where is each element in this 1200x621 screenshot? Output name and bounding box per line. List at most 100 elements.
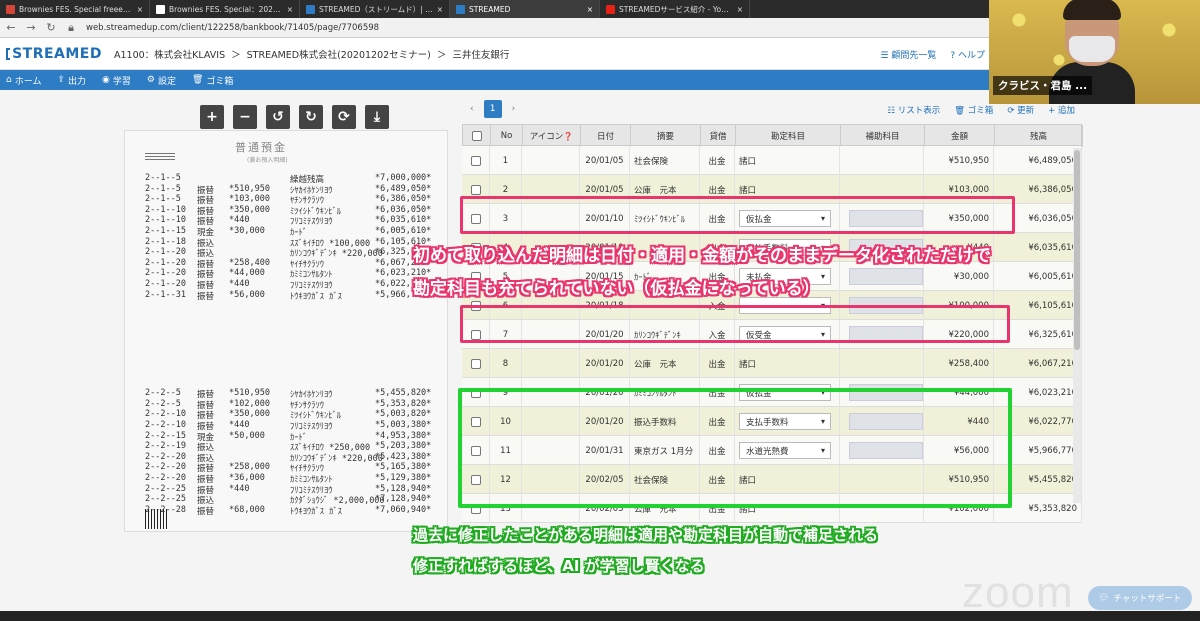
zoom-in-button[interactable]: + xyxy=(200,105,224,129)
browser-tab[interactable]: Brownies FES. Special freee ＋ ... × xyxy=(0,0,150,18)
cell-no: 2 xyxy=(502,184,509,195)
row-checkbox[interactable] xyxy=(470,155,481,166)
caption-green-line1: 過去に修正したことがある明細は適用や勘定科目が自動で補足される xyxy=(413,526,879,544)
table-cell xyxy=(840,262,924,291)
table-cell: 20/01/20 xyxy=(580,349,630,378)
refresh-table-button[interactable]: ⟳ 更新 xyxy=(1007,104,1034,116)
passbook-balance: *4,953,380* xyxy=(375,430,432,441)
prev-page-button[interactable]: ‹ xyxy=(470,104,474,114)
sub-account-select[interactable] xyxy=(849,268,923,285)
table-actions: ☷ リスト表示 🗑︎ ゴミ箱 ⟳ 更新 + 追加 xyxy=(887,104,1075,116)
breadcrumb-item[interactable]: A1100：株式会社KLAVIS xyxy=(114,50,225,61)
close-tab-icon[interactable]: × xyxy=(587,5,593,14)
forward-arrow-icon[interactable]: → xyxy=(26,21,36,34)
close-tab-icon[interactable]: × xyxy=(137,5,143,14)
passbook-row: 2--2--10 振替 *440 ﾌﾘｺﾐﾃｽｳﾘﾖｳ *5,003,380* xyxy=(125,420,447,432)
nav-output[interactable]: ⇪ 出力 xyxy=(57,74,86,87)
passbook-balance: *6,386,050* xyxy=(375,194,432,205)
passbook-amount: *440 xyxy=(229,215,250,226)
row-checkbox[interactable] xyxy=(470,184,481,195)
cell-balance: ¥5,966,770 xyxy=(1028,445,1077,456)
nav-trash[interactable]: 🗑︎ ゴミ箱 xyxy=(192,74,233,87)
browser-tab[interactable]: STREAMEDサービス紹介 - YouTube × xyxy=(600,0,750,18)
passbook-amount: *440 xyxy=(229,483,250,494)
passbook-row: 2--2--20 振替 *36,000 ｶﾐﾐｺﾝｻﾙﾀﾝﾄ *5,129,380* xyxy=(125,473,447,485)
chat-support-button[interactable]: 💬︎ チャットサポート xyxy=(1088,586,1192,610)
passbook-balance: *5,165,380* xyxy=(375,462,432,473)
passbook-row: 2--1--10 振替 *440 ﾌﾘｺﾐﾃｽｳﾘﾖｳ *6,035,610* xyxy=(125,215,447,227)
table-cell xyxy=(522,146,580,175)
rotate-left-button[interactable]: ↺ xyxy=(266,105,290,129)
streamed-logo[interactable]: STREAMED xyxy=(6,46,102,62)
help-link[interactable]: ? ヘルプ xyxy=(950,48,985,61)
help-circle-icon[interactable]: ❓ xyxy=(563,132,573,141)
nav-home[interactable]: ⌂ ホーム xyxy=(6,74,41,87)
cell-balance: ¥6,023,210 xyxy=(1028,387,1077,398)
cell-balance: ¥6,035,610 xyxy=(1028,242,1077,253)
passbook-date: 2--1--18 xyxy=(145,236,186,247)
passbook-balance: *6,035,610* xyxy=(375,215,432,226)
download-button[interactable]: ⤓ xyxy=(365,105,389,129)
browser-tab[interactable]: Brownies FES. Special：2020-12 × xyxy=(150,0,300,18)
table-cell: 1 xyxy=(490,146,522,175)
passbook-balance: *5,423,380* xyxy=(375,451,432,462)
passbook-amount: *102,000 xyxy=(229,398,270,409)
cell-date: 20/01/20 xyxy=(585,358,624,369)
passbook-row: 2--1--31 振替 *56,000 ﾄｳｷﾖｳｶﾞｽ ｶﾞｽ *5,966,770* xyxy=(125,290,447,302)
breadcrumb-item[interactable]: 三井住友銀行 xyxy=(452,50,509,61)
passbook-date: 2--2--5 xyxy=(145,388,181,399)
scrollbar-thumb[interactable] xyxy=(1074,150,1080,350)
table-scrollbar[interactable] xyxy=(1073,148,1081,503)
pager: ‹ 1 › xyxy=(470,100,515,118)
table-row[interactable]: 1 20/01/05 社会保険 出金 諸口 ¥510,950 ¥6,489,050 xyxy=(462,146,1082,175)
close-tab-icon[interactable]: × xyxy=(437,5,443,14)
passbook-date: 2--2--20 xyxy=(145,473,186,483)
passbook-row: 2--2--20 振替 *258,000 ﾔｲﾁｻｸﾗｿｳ *5,165,380* xyxy=(125,462,447,474)
passbook-balance: *5,003,380* xyxy=(375,420,432,430)
back-arrow-icon[interactable]: ← xyxy=(6,21,16,34)
browser-tab-label: STREAMED xyxy=(469,4,511,14)
table-row[interactable]: 8 20/01/20 公庫 元本 出金 諸口 ¥258,400 ¥6,067,210 xyxy=(462,349,1082,378)
breadcrumb-item[interactable]: STREAMED株式会社(20201202セミナー) xyxy=(247,50,431,61)
passbook-date: 2--1--15 xyxy=(145,226,186,236)
passbook-kind: 振替 xyxy=(197,291,215,302)
zoom-out-button[interactable]: − xyxy=(233,105,257,129)
url-text[interactable]: web.streamedup.com/client/122258/bankboo… xyxy=(86,23,379,33)
table-cell xyxy=(462,349,490,378)
select-all-checkbox[interactable] xyxy=(471,131,482,141)
passbook-balance: *5,455,820* xyxy=(375,388,432,399)
cell-balance: ¥6,325,610 xyxy=(1028,329,1077,340)
refresh-label: 更新 xyxy=(1017,106,1035,116)
next-page-button[interactable]: › xyxy=(512,104,516,114)
reload-icon[interactable]: ↻ xyxy=(46,21,56,34)
add-row-button[interactable]: + 追加 xyxy=(1048,104,1075,116)
passbook-date: 2--2--20 xyxy=(145,451,186,462)
nav-learning[interactable]: ◉ 学習 xyxy=(102,74,131,87)
page-number-button[interactable]: 1 xyxy=(483,100,502,118)
close-tab-icon[interactable]: × xyxy=(737,5,743,14)
list-view-button[interactable]: ☷ リスト表示 xyxy=(887,104,940,116)
row-checkbox[interactable] xyxy=(470,358,481,369)
client-list-link[interactable]: ☰ 顧問先一覧 xyxy=(880,48,936,61)
browser-tab[interactable]: STREAMED × xyxy=(450,0,600,18)
passbook-lines xyxy=(145,153,175,162)
nav-settings[interactable]: ⚙ 設定 xyxy=(147,74,176,87)
passbook-date: 2--2--20 xyxy=(145,462,186,473)
browser-tab[interactable]: STREAMED（ストリームド）| スキャ... × xyxy=(300,0,450,18)
close-tab-icon[interactable]: × xyxy=(287,5,293,14)
trash-button[interactable]: 🗑︎ ゴミ箱 xyxy=(954,104,993,116)
passbook-row: 2--1--5 振替 *103,000 ﾔﾁﾝｻｸﾗｿｳ *6,386,050* xyxy=(125,194,447,206)
passbook-title: 普通預金 xyxy=(235,141,287,154)
passbook-date: 2--1--5 xyxy=(145,173,181,183)
refresh-button[interactable]: ⟳ xyxy=(332,105,356,129)
client-list-label: 顧問先一覧 xyxy=(891,51,937,61)
logo-text: STREAMED xyxy=(12,45,102,62)
cell-memo: 社会保険 xyxy=(634,156,669,167)
help-label: ヘルプ xyxy=(957,51,985,61)
table-cell: ¥6,035,610 xyxy=(994,233,1082,262)
passbook-date: 2--2--19 xyxy=(145,441,186,452)
rotate-right-button[interactable]: ↻ xyxy=(299,105,323,129)
passbook-amount: *440 xyxy=(229,420,250,430)
output-icon: ⇪ xyxy=(57,75,65,85)
table-cell: ¥6,489,050 xyxy=(994,146,1082,175)
